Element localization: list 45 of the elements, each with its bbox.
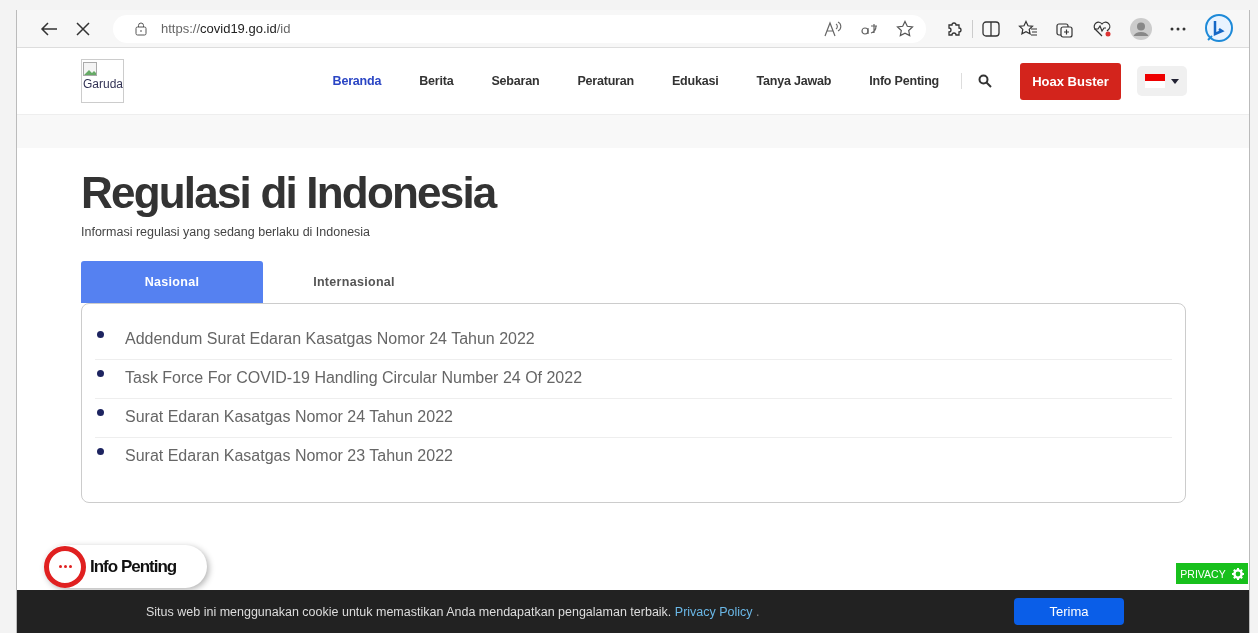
accept-button[interactable]: Terima: [1014, 598, 1124, 625]
info-penting-button[interactable]: Info Penting: [44, 545, 207, 588]
nav-link[interactable]: Info Penting: [869, 74, 939, 88]
bullet-icon: [97, 331, 104, 338]
stop-icon[interactable]: [76, 21, 90, 36]
cookie-notice-text: Situs web ini menggunakan cookie untuk memastikan Anda mendapatkan pengalaman terbaik. Privacy Policy .: [146, 604, 760, 619]
nav-link[interactable]: Beranda: [332, 74, 382, 88]
gear-icon: [1231, 567, 1244, 580]
star-icon[interactable]: [896, 19, 914, 38]
broken-image-icon: [83, 62, 97, 76]
nav-link[interactable]: Tanya Jawab: [756, 74, 832, 88]
nav-link[interactable]: Edukasi: [671, 74, 719, 88]
puzzle-icon[interactable]: [945, 19, 963, 38]
caret-icon: [1171, 78, 1179, 84]
bullet-icon: [97, 370, 104, 377]
url-text: https://covid19.go.id/id: [161, 21, 291, 36]
page-subtitle: Informasi regulasi yang sedang berlaku di Indonesia: [81, 225, 372, 239]
back-icon[interactable]: [40, 20, 58, 37]
tab[interactable]: Nasional: [81, 261, 263, 303]
profile-avatar-icon[interactable]: [1130, 17, 1152, 40]
more-icon[interactable]: [1170, 26, 1186, 31]
nav-link[interactable]: Berita: [419, 74, 454, 88]
regulation-link[interactable]: Task Force For COVID-19 Handling Circular Number 24 Of 2022: [125, 369, 583, 387]
regulation-link[interactable]: Surat Edaran Kasatgas Nomor 24 Tahun 2022: [125, 408, 453, 426]
split-screen-icon[interactable]: [982, 20, 1000, 37]
search-icon[interactable]: [978, 74, 992, 88]
favorites-icon[interactable]: [1018, 19, 1038, 38]
regulation-link[interactable]: Addendum Surat Edaran Kasatgas Nomor 24 Tahun 2022: [125, 330, 535, 348]
bullet-icon: [97, 448, 104, 455]
regulation-link[interactable]: Surat Edaran Kasatgas Nomor 23 Tahun 2022: [125, 447, 453, 465]
privacy-policy-link[interactable]: Privacy Policy: [674, 604, 753, 619]
address-bar[interactable]: https://covid19.go.id/id: [113, 14, 926, 43]
flag-icon: [1145, 74, 1165, 88]
more-dots-icon: [44, 545, 86, 588]
heartbeat-icon[interactable]: [1092, 19, 1112, 38]
hoax-buster-button[interactable]: Hoax Buster: [1020, 62, 1121, 100]
lock-icon: [135, 21, 147, 36]
broken-image-logo[interactable]: Garuda: [81, 59, 124, 103]
language-dropdown[interactable]: [1137, 66, 1187, 96]
nav-link[interactable]: Peraturan: [577, 74, 634, 88]
page-title: Regulasi di Indonesia: [81, 168, 498, 218]
read-aloud-icon[interactable]: [824, 20, 842, 37]
nav-link[interactable]: Sebaran: [491, 74, 540, 88]
bullet-icon: [97, 409, 104, 416]
chat-bubble-icon[interactable]: [1204, 13, 1234, 44]
